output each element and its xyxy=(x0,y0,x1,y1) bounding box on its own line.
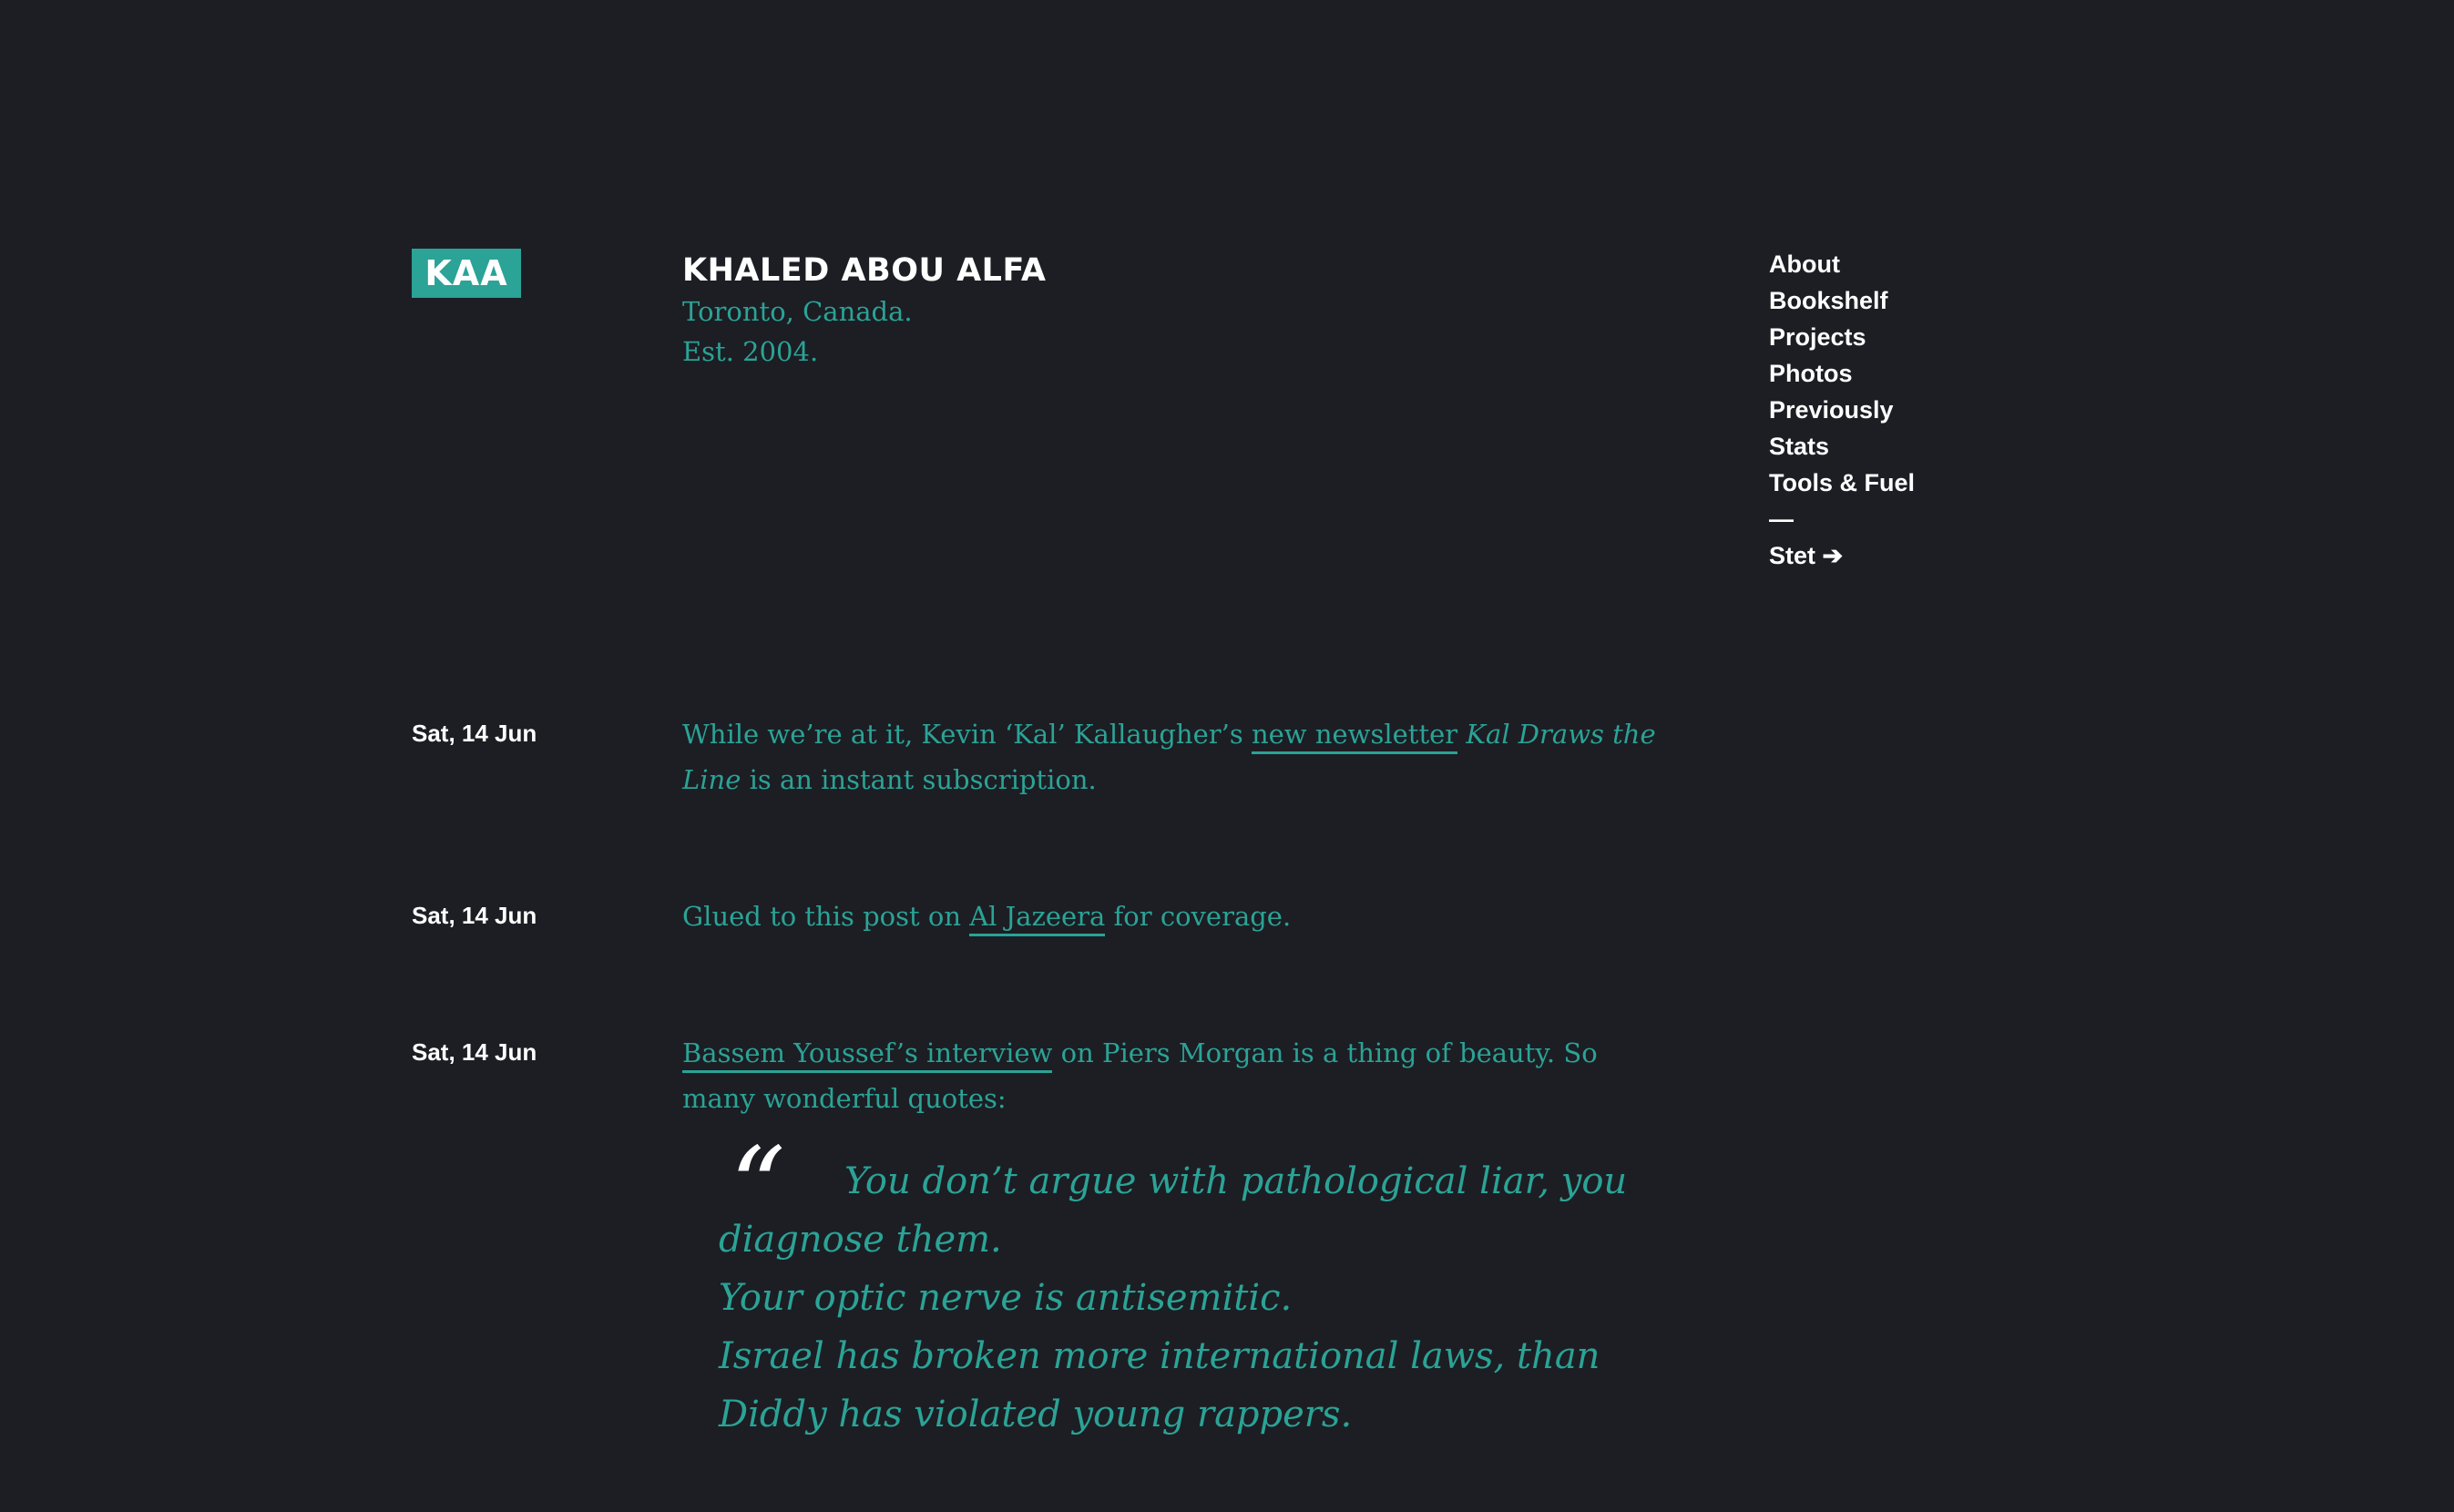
post-body: Bassem Youssef’s interview on Piers Morg… xyxy=(682,1030,1675,1121)
quote-line: Your optic nerve is antisemitic. xyxy=(719,1277,1293,1319)
post-text: While we’re at it, Kevin ‘Kal’ Kallaughe… xyxy=(682,719,1252,750)
nav-item-bookshelf[interactable]: Bookshelf xyxy=(1769,282,1915,319)
quote-line: Israel has broken more international law… xyxy=(719,1335,1600,1435)
post-text: for coverage. xyxy=(1105,901,1292,932)
nav-item-stats[interactable]: Stats xyxy=(1769,428,1915,465)
quote-line: You don’t argue with pathological liar, … xyxy=(719,1160,1628,1261)
post-date[interactable]: Sat, 14 Jun xyxy=(412,715,537,751)
site-title[interactable]: KHALED ABOU ALFA xyxy=(682,248,1046,293)
nav-item-previously[interactable]: Previously xyxy=(1769,392,1915,428)
nav-item-stet[interactable]: Stet ➔ xyxy=(1769,537,1915,574)
interview-link[interactable]: Bassem Youssef’s interview xyxy=(682,1037,1053,1073)
blockquote: You don’t argue with pathological liar, … xyxy=(719,1152,1648,1444)
al-jazeera-link[interactable]: Al Jazeera xyxy=(969,901,1106,936)
site-established: Est. 2004. xyxy=(682,336,819,367)
site-meta: Toronto, Canada. Est. 2004. xyxy=(682,291,913,372)
post-body: Glued to this post on Al Jazeera for cov… xyxy=(682,894,1702,939)
nav-item-tools-fuel[interactable]: Tools & Fuel xyxy=(1769,465,1915,501)
nav-separator: — xyxy=(1769,506,1794,533)
post-body: While we’re at it, Kevin ‘Kal’ Kallaughe… xyxy=(682,711,1702,802)
post-date[interactable]: Sat, 14 Jun xyxy=(412,1034,537,1070)
post-text: Glued to this post on xyxy=(682,901,970,932)
nav-item-about[interactable]: About xyxy=(1769,246,1915,282)
nav-item-photos[interactable]: Photos xyxy=(1769,355,1915,392)
nav-item-projects[interactable]: Projects xyxy=(1769,319,1915,355)
post-text: is an instant subscription. xyxy=(741,764,1097,795)
site-logo[interactable]: KAA xyxy=(412,249,521,298)
newsletter-link[interactable]: new newsletter xyxy=(1251,719,1458,754)
post-date[interactable]: Sat, 14 Jun xyxy=(412,897,537,934)
main-nav: About Bookshelf Projects Photos Previous… xyxy=(1769,246,1915,574)
site-location: Toronto, Canada. xyxy=(682,296,913,327)
